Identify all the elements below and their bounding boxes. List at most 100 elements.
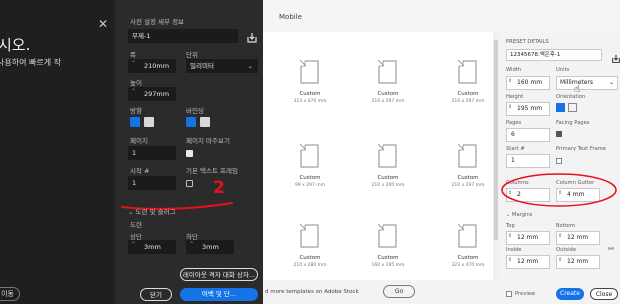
template-title: Custom	[377, 255, 399, 261]
new-document-dialog-dark: ✕ 시오. 사용하여 빠르게 작 이동 사전 설정 세부 정보 무제-1 폭 단…	[0, 0, 263, 304]
width-stepper-icon[interactable]: ⌃	[131, 60, 136, 67]
create-button[interactable]: Create	[556, 288, 584, 300]
template-size: 210 x 280 mm	[293, 263, 327, 268]
template-title: Custom	[377, 91, 399, 97]
template-size: 210 x 297 mm	[371, 99, 405, 104]
document-page-icon	[457, 223, 477, 248]
go-button[interactable]: Go	[383, 285, 415, 298]
preset-category-tabs	[263, 0, 620, 32]
template-title: Custom	[377, 175, 399, 181]
template-title: Custom	[457, 91, 479, 97]
close-button[interactable]: Close	[590, 288, 618, 300]
top-stepper-icon[interactable]: ⌃	[131, 241, 136, 248]
dialog-subtext: 사용하여 빠르게 작	[0, 58, 61, 67]
stock-templates-text: d more templates on Adobe Stock	[265, 289, 359, 295]
pages-field[interactable]: 1	[128, 146, 176, 160]
margins-columns-button[interactable]: 여백 및 단...	[180, 288, 258, 301]
preset-details-title: 사전 설정 세부 정보	[130, 18, 185, 26]
template-tile[interactable]: Custom 99 x 297 mm	[278, 140, 342, 196]
height-field[interactable]: 195 mm	[506, 102, 550, 116]
preset-name-field[interactable]: 12345678.액은후-1	[506, 49, 602, 61]
preset-details-title: PRESET DETAILS	[506, 39, 549, 45]
margin-inside-stepper-icon[interactable]: ⇕	[508, 257, 512, 263]
pages-label: Pages	[506, 120, 522, 126]
width-label: Width	[506, 67, 522, 73]
margin-outside-field[interactable]: 12 mm	[556, 255, 600, 269]
template-tile[interactable]: Custom 323 x 470 mm	[278, 56, 342, 112]
bleed-slug-section-title: 도련 및 슬러그	[135, 208, 176, 216]
landscape-orientation-icon[interactable]	[144, 117, 154, 127]
bleed-label: 도련	[130, 221, 142, 229]
chevron-down-icon: ⌄	[128, 208, 134, 216]
height-stepper-icon[interactable]: ⌃	[131, 88, 136, 95]
save-preset-icon[interactable]	[611, 49, 620, 63]
units-select-value: 밀리미터	[190, 62, 214, 70]
template-tile[interactable]: Custom 323 x 470 mm	[436, 220, 500, 276]
margin-outside-label: Outside	[556, 247, 577, 253]
primary-text-frame-checkbox[interactable]	[556, 158, 562, 164]
tab-mobile[interactable]: Mobile	[279, 13, 302, 21]
width-label: 폭	[130, 51, 136, 59]
right-to-left-binding-icon[interactable]	[200, 117, 210, 127]
document-page-icon	[299, 143, 319, 168]
close-button[interactable]: 닫기	[140, 288, 172, 301]
preset-name-field[interactable]: 무제-1	[128, 29, 238, 43]
template-tile[interactable]: Custom 160 x 195 mm	[356, 220, 420, 276]
facing-pages-checkbox[interactable]	[556, 131, 562, 137]
template-size: 210 x 200 mm	[371, 183, 405, 188]
binding-label: 바인딩	[186, 107, 204, 115]
margin-inside-field[interactable]: 12 mm	[506, 255, 550, 269]
document-page-icon	[457, 59, 477, 84]
template-size: 323 x 470 mm	[451, 263, 485, 268]
document-page-icon	[299, 59, 319, 84]
margin-top-field[interactable]: 12 mm	[506, 231, 550, 245]
save-preset-icon[interactable]	[246, 29, 258, 43]
margin-bottom-stepper-icon[interactable]: ⇕	[558, 233, 562, 239]
bleed-slug-toggle[interactable]: ⌄ 도련 및 슬러그	[128, 206, 176, 216]
units-select[interactable]: 밀리미터 ⌄	[186, 59, 258, 73]
template-tile[interactable]: Custom 210 x 200 mm	[356, 140, 420, 196]
move-button[interactable]: 이동	[0, 287, 20, 301]
start-number-field[interactable]: 1	[506, 154, 550, 168]
margin-top-stepper-icon[interactable]: ⇕	[508, 233, 512, 239]
facing-pages-label: Facing Pages	[556, 120, 590, 126]
link-margins-icon[interactable]: ⚯	[608, 245, 614, 253]
pages-label: 페이지	[130, 137, 148, 145]
orientation-label: 방향	[130, 107, 142, 115]
portrait-orientation-icon[interactable]	[556, 103, 565, 112]
dialog-heading: 시오.	[0, 36, 31, 54]
units-label: Units	[556, 67, 570, 73]
template-size: 210 x 297 mm	[451, 99, 485, 104]
template-title: Custom	[457, 255, 479, 261]
height-stepper-icon[interactable]: ⇕	[508, 104, 512, 110]
facing-pages-checkbox[interactable]	[186, 150, 193, 157]
template-tile[interactable]: Custom 210 x 297 mm	[436, 140, 500, 196]
width-field[interactable]: 160 mm	[506, 76, 550, 90]
preview-checkbox[interactable]	[506, 291, 512, 297]
left-to-right-binding-icon[interactable]	[186, 117, 196, 127]
bottom-stepper-icon[interactable]: ⌃	[189, 241, 194, 248]
portrait-orientation-icon[interactable]	[130, 117, 140, 127]
orientation-label: Orientation	[556, 94, 586, 100]
margin-bottom-label: Bottom	[556, 223, 576, 229]
margins-toggle[interactable]: ⌄ Margins	[506, 212, 532, 218]
scrollbar-thumb[interactable]	[494, 40, 498, 240]
template-tile[interactable]: Custom 210 x 297 mm	[436, 56, 500, 112]
margin-inside-label: Inside	[506, 247, 522, 253]
landscape-orientation-icon[interactable]	[568, 103, 577, 112]
layout-grid-button[interactable]: 레이아웃 격자 대화 상자...	[180, 268, 258, 281]
template-tile[interactable]: Custom 210 x 280 mm	[278, 220, 342, 276]
document-page-icon	[457, 143, 477, 168]
margin-bottom-field[interactable]: 12 mm	[556, 231, 600, 245]
pages-field[interactable]: 6	[506, 128, 550, 142]
template-title: Custom	[299, 175, 321, 181]
red-annotation-number: 2	[213, 178, 225, 198]
margin-outside-stepper-icon[interactable]: ⇕	[558, 257, 562, 263]
template-tile[interactable]: Custom 210 x 297 mm	[356, 56, 420, 112]
units-select[interactable]: Millimeters ⌄	[556, 76, 618, 90]
width-stepper-icon[interactable]: ⇕	[508, 78, 512, 84]
close-icon[interactable]: ✕	[98, 17, 108, 31]
template-title: Custom	[299, 255, 321, 261]
facing-pages-label: 페이지 마주보기	[186, 137, 230, 145]
template-size: 99 x 297 mm	[294, 183, 326, 188]
